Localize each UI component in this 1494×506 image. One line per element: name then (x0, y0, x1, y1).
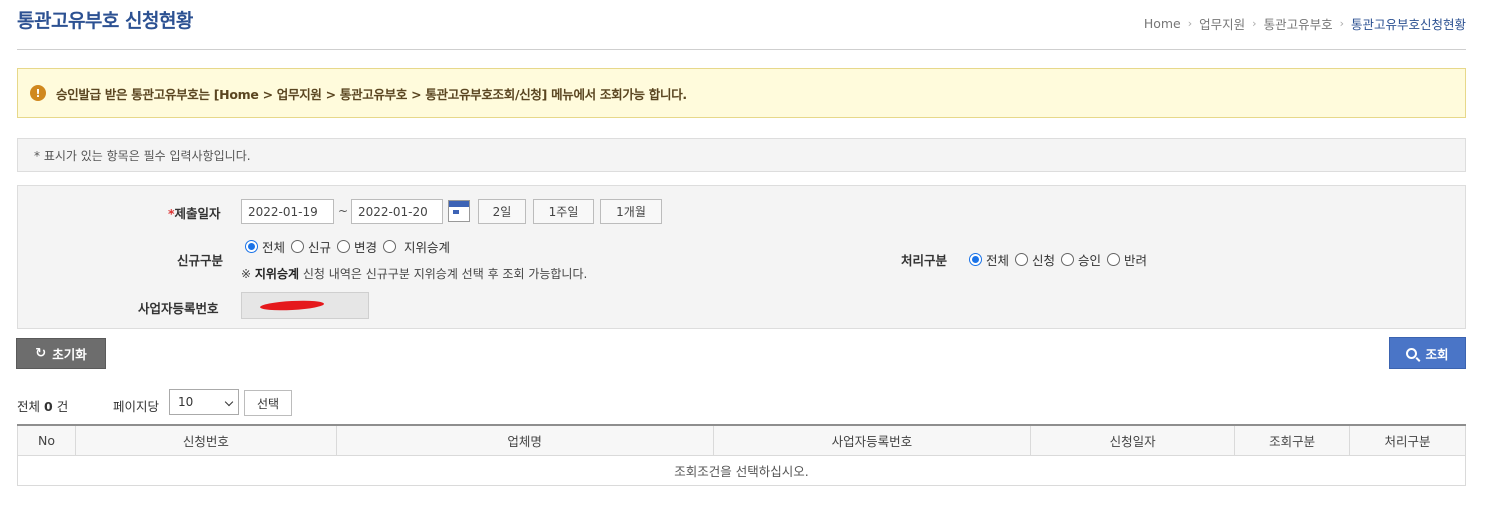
succession-hint: ※ 지위승계 신청 내역은 신규구분 지위승계 선택 후 조회 가능합니다. (241, 267, 588, 281)
title-divider (17, 49, 1466, 50)
refresh-icon: ↻ (35, 346, 47, 361)
per-page-label: 페이지당 (113, 399, 160, 414)
period-2days-button[interactable]: 2일 (478, 199, 526, 224)
col-no[interactable]: No (17, 424, 76, 456)
process-type-radio-group: 전체 신청 승인 반려 (969, 250, 1153, 269)
new-type-radio-new[interactable]: 신규 (291, 237, 331, 256)
calendar-icon[interactable] (448, 200, 470, 222)
notice-text: 승인발급 받은 통관고유부호는 [Home > 업무지원 > 통관고유부호 > … (56, 86, 687, 102)
search-icon (1406, 347, 1418, 359)
breadcrumb: Home › 업무지원 › 통관고유부호 › 통관고유부호신청현황 (1144, 14, 1466, 33)
breadcrumb-home[interactable]: Home (1144, 16, 1181, 31)
period-1month-button[interactable]: 1개월 (600, 199, 662, 224)
col-query-type[interactable]: 조회구분 (1234, 424, 1351, 456)
process-radio-apply[interactable]: 신청 (1015, 250, 1055, 269)
required-note: * 표시가 있는 항목은 필수 입력사항입니다. (17, 138, 1466, 172)
total-count: 전체 0 건 (17, 399, 69, 414)
new-type-radio-group: 전체 신규 변경 지위승계 (245, 237, 456, 256)
radio-icon[interactable] (337, 240, 351, 253)
col-apply-no[interactable]: 신청번호 (74, 424, 337, 456)
search-panel: *제출일자 2022-01-19 ~ 2022-01-20 2일 1주일 1개월… (17, 185, 1466, 329)
breadcrumb-support[interactable]: 업무지원 (1199, 14, 1245, 33)
empty-message: 조회조건을 선택하십시오. (17, 454, 1466, 486)
col-company[interactable]: 업체명 (335, 424, 714, 456)
process-radio-reject[interactable]: 반려 (1107, 250, 1147, 269)
notice-banner: ! 승인발급 받은 통관고유부호는 [Home > 업무지원 > 통관고유부호 … (17, 68, 1466, 118)
search-button[interactable]: 조회 (1389, 337, 1466, 369)
reset-button[interactable]: ↻ 초기화 (16, 338, 106, 369)
breadcrumb-current: 통관고유부호신청현황 (1350, 17, 1466, 32)
date-range-tilde: ~ (338, 204, 349, 218)
chevron-down-icon (224, 397, 234, 407)
process-radio-all[interactable]: 전체 (969, 250, 1009, 269)
result-table: No 신청번호 업체명 사업자등록번호 신청일자 조회구분 처리구분 조회조건을… (17, 424, 1466, 486)
chevron-right-icon: › (1187, 17, 1193, 30)
col-apply-date[interactable]: 신청일자 (1030, 424, 1236, 456)
col-process-type[interactable]: 처리구분 (1349, 424, 1466, 456)
radio-checked-icon[interactable] (969, 253, 982, 266)
new-type-radio-succession[interactable]: 지위승계 (383, 237, 450, 256)
chevron-right-icon: › (1339, 17, 1344, 30)
process-type-label: 처리구분 (901, 253, 948, 268)
date-from-input[interactable]: 2022-01-19 (241, 199, 334, 224)
radio-checked-icon[interactable] (245, 240, 258, 253)
new-type-label: 신규구분 (177, 253, 224, 268)
page-title: 통관고유부호 신청현황 (17, 10, 193, 32)
biz-number-label: 사업자등록번호 (138, 301, 219, 316)
radio-icon[interactable] (1107, 253, 1121, 266)
radio-icon[interactable] (1061, 253, 1075, 266)
radio-icon[interactable] (291, 240, 305, 253)
breadcrumb-customs-code[interactable]: 통관고유부호 (1264, 14, 1333, 33)
warning-icon: ! (30, 85, 46, 101)
submit-date-label: *제출일자 (168, 206, 221, 221)
per-page-select[interactable]: 10 (169, 389, 239, 415)
radio-icon[interactable] (383, 240, 397, 253)
table-header-row: No 신청번호 업체명 사업자등록번호 신청일자 조회구분 처리구분 (17, 424, 1466, 456)
per-page-apply-button[interactable]: 선택 (244, 390, 292, 416)
col-biz-number[interactable]: 사업자등록번호 (712, 424, 1032, 456)
new-type-radio-all[interactable]: 전체 (245, 237, 285, 256)
date-to-input[interactable]: 2022-01-20 (351, 199, 443, 224)
chevron-right-icon: › (1252, 17, 1257, 30)
new-type-radio-change[interactable]: 변경 (337, 237, 377, 256)
biz-number-input[interactable] (241, 292, 369, 319)
redaction-mark (259, 299, 325, 312)
period-1week-button[interactable]: 1주일 (533, 199, 594, 224)
radio-icon[interactable] (1015, 253, 1029, 266)
process-radio-approve[interactable]: 승인 (1061, 250, 1101, 269)
table-row: 조회조건을 선택하십시오. (17, 454, 1466, 486)
